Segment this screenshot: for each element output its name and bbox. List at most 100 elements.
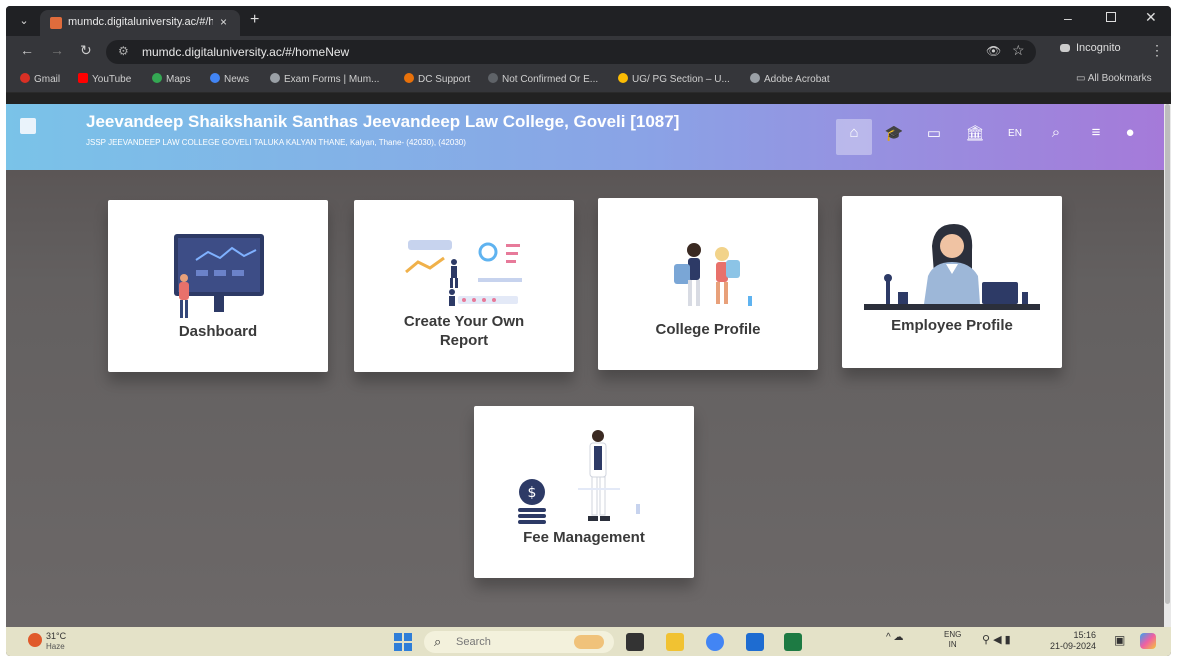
maximize-button[interactable]: [1106, 12, 1116, 22]
college-title: Jeevandeep Shaikshanik Santhas Jeevandee…: [86, 112, 680, 131]
bookmark-ug-pg-section[interactable]: UG/ PG Section – U...: [618, 73, 730, 85]
svg-text:$: $: [528, 485, 537, 501]
college-profile-card[interactable]: College Profile: [598, 198, 818, 370]
scrollbar-thumb[interactable]: [1165, 104, 1170, 604]
bookmark-youtube[interactable]: YouTube: [78, 73, 131, 85]
employee-profile-illustration: [864, 224, 1040, 310]
college-profile-label: College Profile: [655, 321, 761, 338]
taskbar-search-placeholder: Search: [456, 636, 491, 648]
bookmark-label: Exam Forms | Mum...: [284, 74, 380, 85]
college-logo: [20, 118, 36, 134]
bookmark-adobe-acrobat[interactable]: Adobe Acrobat: [750, 73, 830, 85]
back-icon[interactable]: ←: [20, 42, 34, 58]
browser-menu-icon[interactable]: ⋮: [1150, 42, 1164, 59]
bank-icon[interactable]: 🏛: [961, 124, 989, 142]
monitor-icon[interactable]: ▭: [920, 124, 948, 142]
news-icon: [210, 73, 220, 83]
windows-taskbar: 31°C Haze ⌕ Search ^ ☁ ENG IN ⚲ ◀ ▮ 15:1…: [6, 627, 1171, 656]
incognito-icon: [1060, 44, 1070, 52]
menu-icon[interactable]: ≡: [1082, 124, 1110, 141]
folder-icon: ▭: [1076, 73, 1088, 84]
bookmark-gmail[interactable]: Gmail: [20, 73, 60, 85]
input-language[interactable]: ENG IN: [944, 630, 961, 650]
bookmark-maps[interactable]: Maps: [152, 73, 190, 85]
graduation-cap-icon[interactable]: 🎓: [880, 124, 908, 142]
bookmark-label: Adobe Acrobat: [764, 74, 830, 85]
search-icon[interactable]: ⌕: [1042, 124, 1070, 141]
all-bookmarks[interactable]: ▭ All Bookmarks: [1076, 73, 1152, 84]
input-language-code: ENG: [944, 630, 962, 639]
copilot-icon[interactable]: [1140, 633, 1156, 649]
bookmark-news[interactable]: News: [210, 73, 249, 85]
maps-icon: [152, 73, 162, 83]
search-highlight-icon: [574, 635, 604, 649]
password-eye-icon[interactable]: 👁: [986, 44, 1001, 58]
weather-description: Haze: [46, 642, 65, 651]
all-bookmarks-label: All Bookmarks: [1087, 73, 1152, 84]
forward-icon[interactable]: →: [50, 42, 64, 58]
screen: ⌄ mumdc.digitaluniversity.ac/#/h × + – ✕…: [6, 6, 1171, 656]
clock-date: 21-09-2024: [1050, 641, 1097, 651]
college-profile-illustration: [674, 243, 752, 306]
incognito-label[interactable]: Incognito: [1076, 42, 1121, 54]
system-tray-icons[interactable]: ^ ☁: [886, 632, 903, 643]
browser-tab[interactable]: mumdc.digitaluniversity.ac/#/h ×: [40, 10, 240, 36]
tab-favicon-icon: [50, 17, 62, 29]
url-text[interactable]: mumdc.digitaluniversity.ac/#/homeNew: [142, 45, 349, 59]
tab-close-icon[interactable]: ×: [220, 15, 227, 29]
home-icon[interactable]: ⌂: [840, 124, 868, 141]
excel-icon[interactable]: [784, 633, 802, 651]
clock[interactable]: 15:16 21-09-2024: [1050, 630, 1096, 652]
fee-management-card[interactable]: $ Fee Management: [474, 406, 694, 578]
word-icon[interactable]: [746, 633, 764, 651]
bookmark-label: Not Confirmed Or E...: [502, 74, 599, 85]
reload-icon[interactable]: ↻: [80, 42, 92, 59]
main-content: Dashboard Create Your Own Report College…: [6, 170, 1164, 627]
bookmark-label: UG/ PG Section – U...: [632, 74, 730, 85]
create-report-label-line1: Create Your Own: [403, 313, 525, 330]
create-report-card[interactable]: Create Your Own Report: [354, 200, 574, 372]
bookmark-label: YouTube: [92, 74, 132, 85]
create-report-label: Create Your Own Report: [354, 312, 574, 350]
report-illustration: [405, 240, 522, 306]
tab-title: mumdc.digitaluniversity.ac/#/h: [68, 16, 213, 28]
site-settings-icon[interactable]: ⚙: [118, 44, 129, 58]
address-bar[interactable]: ⚙ mumdc.digitaluniversity.ac/#/homeNew 👁…: [106, 40, 1036, 64]
notification-icon[interactable]: ▣: [1114, 633, 1125, 647]
minimize-button[interactable]: –: [1064, 10, 1072, 26]
employee-profile-card[interactable]: Employee Profile: [842, 196, 1062, 368]
task-view-icon[interactable]: [626, 633, 644, 651]
bookmark-label: Maps: [166, 74, 191, 85]
bookmark-dc-support[interactable]: DC Support: [404, 73, 470, 85]
network-volume-battery-icons[interactable]: ⚲ ◀ ▮: [982, 633, 1011, 646]
new-tab-button[interactable]: +: [250, 11, 259, 29]
fee-management-label: Fee Management: [523, 529, 645, 546]
file-explorer-icon[interactable]: [666, 633, 684, 651]
navigation-bar: ← → ↻ ⚙ mumdc.digitaluniversity.ac/#/hom…: [6, 36, 1171, 68]
page-icon: [488, 73, 498, 83]
page-scrollbar[interactable]: [1164, 104, 1171, 627]
bookmark-star-icon[interactable]: ☆: [1012, 42, 1025, 59]
tab-search-icon[interactable]: ⌄: [14, 12, 34, 30]
language-button[interactable]: EN: [1001, 128, 1029, 139]
input-language-region: IN: [948, 640, 957, 649]
weather-temperature[interactable]: 31°C: [46, 631, 66, 641]
dashboard-card[interactable]: Dashboard: [108, 200, 328, 372]
bookmarks-bar: Gmail YouTube Maps News Exam Forms | Mum…: [6, 68, 1171, 93]
dashboard-label: Dashboard: [178, 323, 258, 340]
bookmark-label: Gmail: [34, 74, 61, 85]
user-avatar-icon[interactable]: ●: [1116, 124, 1144, 141]
bookmark-not-confirmed[interactable]: Not Confirmed Or E...: [488, 73, 598, 85]
close-window-button[interactable]: ✕: [1145, 9, 1157, 26]
start-button[interactable]: [394, 633, 412, 651]
fee-management-illustration: $: [518, 430, 640, 524]
chrome-icon[interactable]: [706, 633, 724, 651]
bookmark-exam-forms[interactable]: Exam Forms | Mum...: [270, 73, 379, 85]
weather-icon[interactable]: [28, 633, 42, 647]
college-address: JSSP JEEVANDEEP LAW COLLEGE GOVELI TALUK…: [86, 138, 466, 147]
tab-strip: ⌄ mumdc.digitaluniversity.ac/#/h × + – ✕: [6, 6, 1171, 36]
gmail-icon: [20, 73, 30, 83]
taskbar-search[interactable]: ⌕ Search: [424, 631, 614, 653]
youtube-icon: [78, 73, 88, 83]
bookmark-label: DC Support: [418, 74, 471, 85]
